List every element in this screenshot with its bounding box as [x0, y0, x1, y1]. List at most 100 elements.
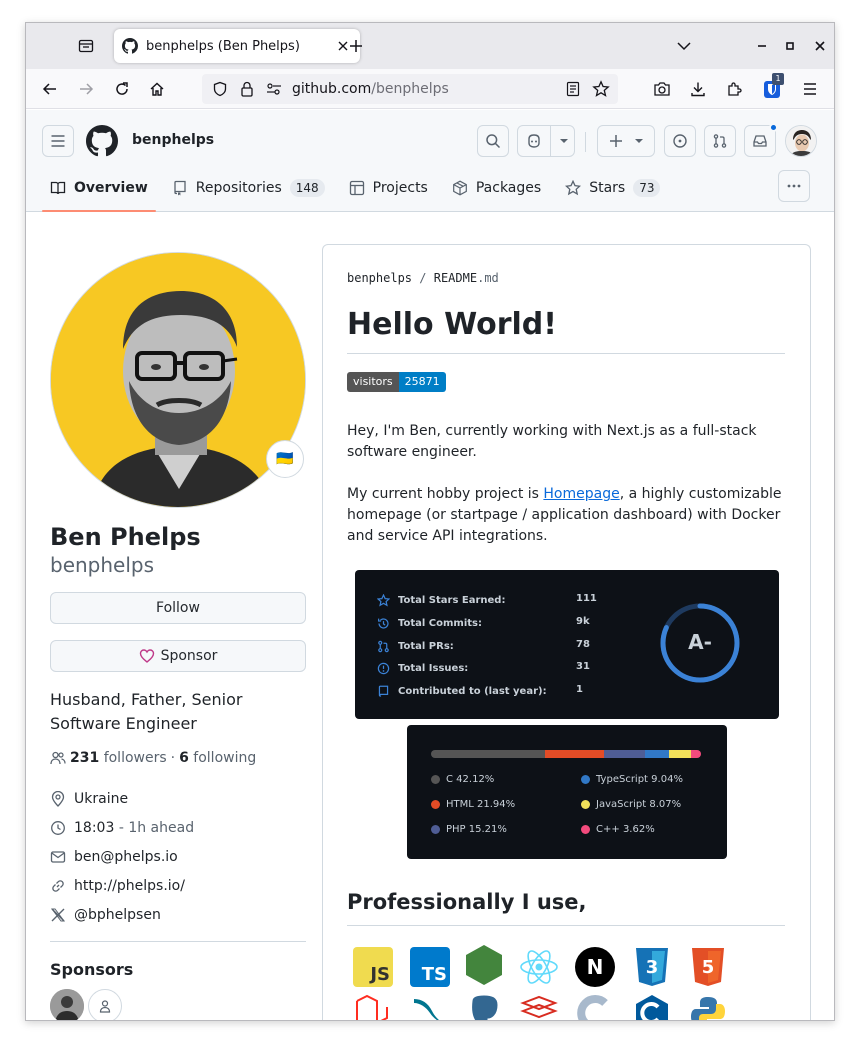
visitors-badge[interactable]: visitors 25871 — [347, 372, 446, 392]
list-all-tabs-icon[interactable] — [670, 32, 698, 60]
star-icon — [565, 180, 582, 196]
language-dot — [431, 800, 440, 809]
status-emoji[interactable]: 🇺🇦 — [266, 440, 304, 478]
user-avatar-button[interactable] — [785, 125, 817, 157]
reload-icon[interactable] — [108, 75, 136, 103]
browser-tab-active[interactable]: benphelps (Ben Phelps) — [114, 29, 360, 63]
hamburger-menu-button[interactable] — [42, 125, 74, 157]
nodejs-icon[interactable] — [464, 945, 504, 985]
avatar — [786, 126, 816, 156]
notifications-button[interactable] — [744, 123, 778, 157]
permissions-icon[interactable] — [266, 82, 282, 96]
new-tab-icon[interactable] — [342, 32, 370, 60]
search-button[interactable] — [477, 125, 509, 157]
more-options-button[interactable] — [778, 170, 810, 202]
lock-icon[interactable] — [240, 81, 254, 97]
tab-repositories[interactable]: Repositories 148 — [164, 168, 333, 208]
profile-details: Ukraine 18:03 - 1h ahead ben@phelps.io h… — [50, 784, 306, 929]
x-logo-icon — [51, 908, 65, 921]
tab-stars[interactable]: Stars 73 — [557, 168, 668, 208]
language-segment — [603, 750, 646, 758]
html5-icon[interactable]: 5 — [688, 947, 728, 987]
profile-bio: Husband, Father, Senior Software Enginee… — [50, 690, 243, 733]
github-logo-icon[interactable] — [86, 125, 118, 157]
close-window-icon[interactable] — [806, 32, 834, 60]
sponsor-avatar-placeholder[interactable] — [88, 989, 122, 1020]
following-link[interactable]: 6 following — [179, 750, 256, 766]
issues-button[interactable] — [664, 125, 696, 157]
maximize-icon[interactable] — [776, 32, 804, 60]
skill-label: 3 — [645, 956, 659, 978]
css3-icon[interactable]: 3 — [632, 947, 672, 987]
tab-projects[interactable]: Projects — [341, 168, 436, 208]
pull-requests-button[interactable] — [704, 125, 736, 157]
stat-row: Contributed to (last year): — [377, 683, 547, 699]
plus-icon — [610, 135, 622, 147]
mysql-icon[interactable] — [410, 993, 450, 1020]
back-icon[interactable] — [36, 75, 64, 103]
language-progress-bar — [431, 750, 701, 758]
forward-icon[interactable] — [72, 75, 100, 103]
c-language-icon[interactable] — [575, 993, 615, 1020]
url-bar[interactable]: github.com/benphelps — [202, 74, 618, 104]
homepage-link[interactable]: Homepage — [543, 486, 619, 502]
url-text[interactable]: github.com/benphelps — [292, 81, 449, 97]
professional-heading: Professionally I use, — [347, 887, 785, 926]
bitwarden-extension-icon[interactable]: 1 — [758, 73, 786, 103]
followers-link[interactable]: 231 followers — [70, 750, 167, 766]
package-icon — [452, 180, 467, 196]
website-link[interactable]: http://phelps.io/ — [74, 878, 185, 894]
downloads-icon[interactable] — [684, 75, 712, 103]
home-icon[interactable] — [143, 75, 171, 103]
follow-button[interactable]: Follow — [50, 592, 306, 624]
minimize-icon[interactable] — [748, 32, 776, 60]
language-segment — [691, 750, 701, 758]
bookmark-star-icon[interactable] — [592, 80, 610, 98]
skill-label: JS — [370, 964, 390, 985]
cplusplus-icon[interactable] — [632, 993, 672, 1020]
react-icon[interactable] — [519, 947, 559, 987]
laravel-icon[interactable] — [353, 993, 393, 1020]
readme-path-owner[interactable]: benphelps — [347, 271, 412, 285]
language-segment — [669, 750, 692, 758]
profile-photo — [51, 253, 305, 507]
profile-avatar[interactable] — [50, 252, 306, 508]
reader-view-icon[interactable] — [566, 81, 580, 97]
tab-packages[interactable]: Packages — [444, 168, 549, 208]
javascript-icon[interactable]: JS — [353, 947, 393, 987]
top-languages-card[interactable]: C 42.12% HTML 21.94% PHP 15.21% TypeScri… — [407, 725, 727, 859]
screenshot-icon[interactable] — [648, 75, 676, 103]
readme-path-file[interactable]: README — [434, 271, 477, 285]
firefox-view-icon[interactable] — [72, 32, 100, 60]
language-percent: 21.94% — [477, 799, 516, 810]
tab-overview[interactable]: Overview — [42, 168, 156, 212]
email-link[interactable]: ben@phelps.io — [74, 849, 178, 865]
redis-icon[interactable] — [519, 993, 559, 1020]
python-icon[interactable] — [688, 993, 728, 1020]
stars-counter: 73 — [633, 179, 661, 197]
follow-separator: · — [170, 750, 176, 766]
github-favicon-icon — [122, 38, 138, 54]
github-stats-card[interactable]: Total Stars Earned: 111 Total Commits: 9… — [355, 570, 779, 719]
language-percent: 3.62% — [622, 824, 655, 835]
postgresql-icon[interactable] — [464, 993, 504, 1020]
typescript-icon[interactable]: TS — [410, 947, 450, 987]
twitter-row: @bphelpsen — [50, 900, 306, 929]
people-icon — [50, 751, 66, 765]
heart-icon — [139, 649, 154, 663]
language-name: C++ — [596, 824, 620, 835]
language-dot — [431, 775, 440, 784]
sponsor-button[interactable]: Sponsor — [50, 640, 306, 672]
create-new-button[interactable] — [597, 125, 655, 157]
header-username[interactable]: benphelps — [132, 132, 214, 148]
tab-packages-label: Packages — [475, 180, 542, 196]
twitter-link[interactable]: @bphelpsen — [74, 907, 161, 923]
language-percent: 9.04% — [651, 774, 683, 785]
app-menu-icon[interactable] — [796, 75, 824, 103]
sponsor-avatar[interactable] — [50, 989, 84, 1020]
extensions-icon[interactable] — [720, 75, 748, 103]
triangle-down-icon — [635, 139, 643, 143]
nextjs-icon[interactable]: N — [575, 947, 615, 987]
copilot-button[interactable] — [517, 125, 575, 157]
tracking-shield-icon[interactable] — [212, 81, 228, 97]
